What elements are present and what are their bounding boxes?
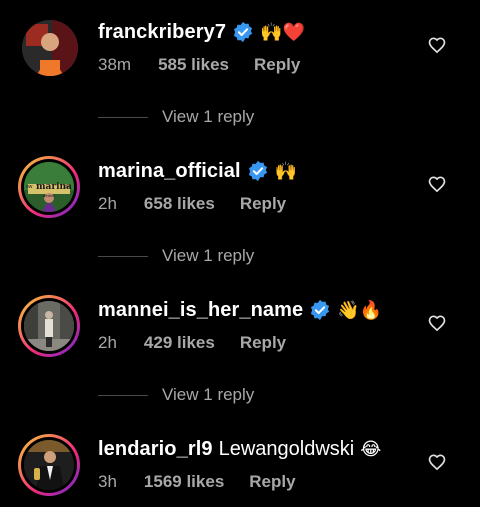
view-replies-label: View 1 reply (162, 107, 255, 126)
timestamp: 3h (98, 472, 117, 491)
verified-badge-icon (311, 299, 330, 321)
comment-header: marina_official 🙌 (98, 157, 297, 185)
verified-badge-icon (248, 160, 267, 182)
comment-meta: 3h 1569 likes Reply (98, 471, 296, 493)
avatar-text: ow (26, 184, 33, 190)
reply-button[interactable]: Reply (240, 194, 286, 214)
emoji: 😂 (360, 439, 382, 459)
emoji: 🙌❤️ (260, 22, 305, 42)
divider-line (98, 255, 148, 257)
username[interactable]: mannei_is_her_name (98, 299, 303, 322)
avatar-text: dexico (43, 193, 55, 198)
timestamp: 2h (98, 333, 117, 352)
emoji: 🙌 (274, 161, 298, 181)
view-replies-button[interactable]: View 1 reply (98, 384, 254, 406)
heart-icon[interactable] (427, 452, 447, 472)
heart-icon[interactable] (427, 313, 447, 333)
avatar-photo-icon (24, 440, 74, 490)
divider-line (98, 394, 148, 396)
reply-button[interactable]: Reply (240, 333, 286, 353)
avatar[interactable] (18, 295, 80, 357)
comment-meta: 38m 585 likes Reply (98, 54, 300, 76)
timestamp: 2h (98, 194, 117, 213)
divider-line (98, 116, 148, 118)
avatar-photo-icon (22, 20, 78, 76)
view-replies-label: View 1 reply (162, 246, 255, 265)
avatar-text: the (64, 184, 71, 190)
likes-count[interactable]: 429 likes (144, 333, 215, 353)
username[interactable]: marina_official (98, 160, 241, 183)
likes-count[interactable]: 585 likes (158, 55, 229, 75)
username[interactable]: franckribery7 (98, 21, 226, 44)
comment-header: mannei_is_her_name 👋🔥 (98, 296, 382, 324)
view-replies-label: View 1 reply (162, 385, 255, 404)
comment-meta: 2h 658 likes Reply (98, 193, 286, 215)
username[interactable]: lendario_rl9 (98, 438, 213, 461)
comment-header: lendario_rl9 Lewangoldwski 😂 (98, 435, 381, 463)
comment-text: Lewangoldwski (218, 437, 355, 460)
view-replies-button[interactable]: View 1 reply (98, 106, 254, 128)
verified-badge-icon (233, 21, 253, 43)
heart-icon[interactable] (427, 174, 447, 194)
likes-count[interactable]: 658 likes (144, 194, 215, 214)
comment-header: franckribery7 🙌❤️ (98, 18, 305, 46)
avatar[interactable] (18, 434, 80, 496)
emoji: 👋🔥 (337, 300, 383, 320)
avatar[interactable]: marina ow the dexico (18, 156, 80, 218)
timestamp: 38m (98, 55, 132, 74)
comment-meta: 2h 429 likes Reply (98, 332, 286, 354)
avatar-photo-icon (24, 301, 74, 351)
heart-icon[interactable] (427, 35, 447, 55)
view-replies-button[interactable]: View 1 reply (98, 245, 254, 267)
avatar[interactable] (22, 20, 78, 76)
reply-button[interactable]: Reply (254, 55, 300, 75)
reply-button[interactable]: Reply (249, 472, 295, 492)
likes-count[interactable]: 1569 likes (144, 472, 224, 492)
